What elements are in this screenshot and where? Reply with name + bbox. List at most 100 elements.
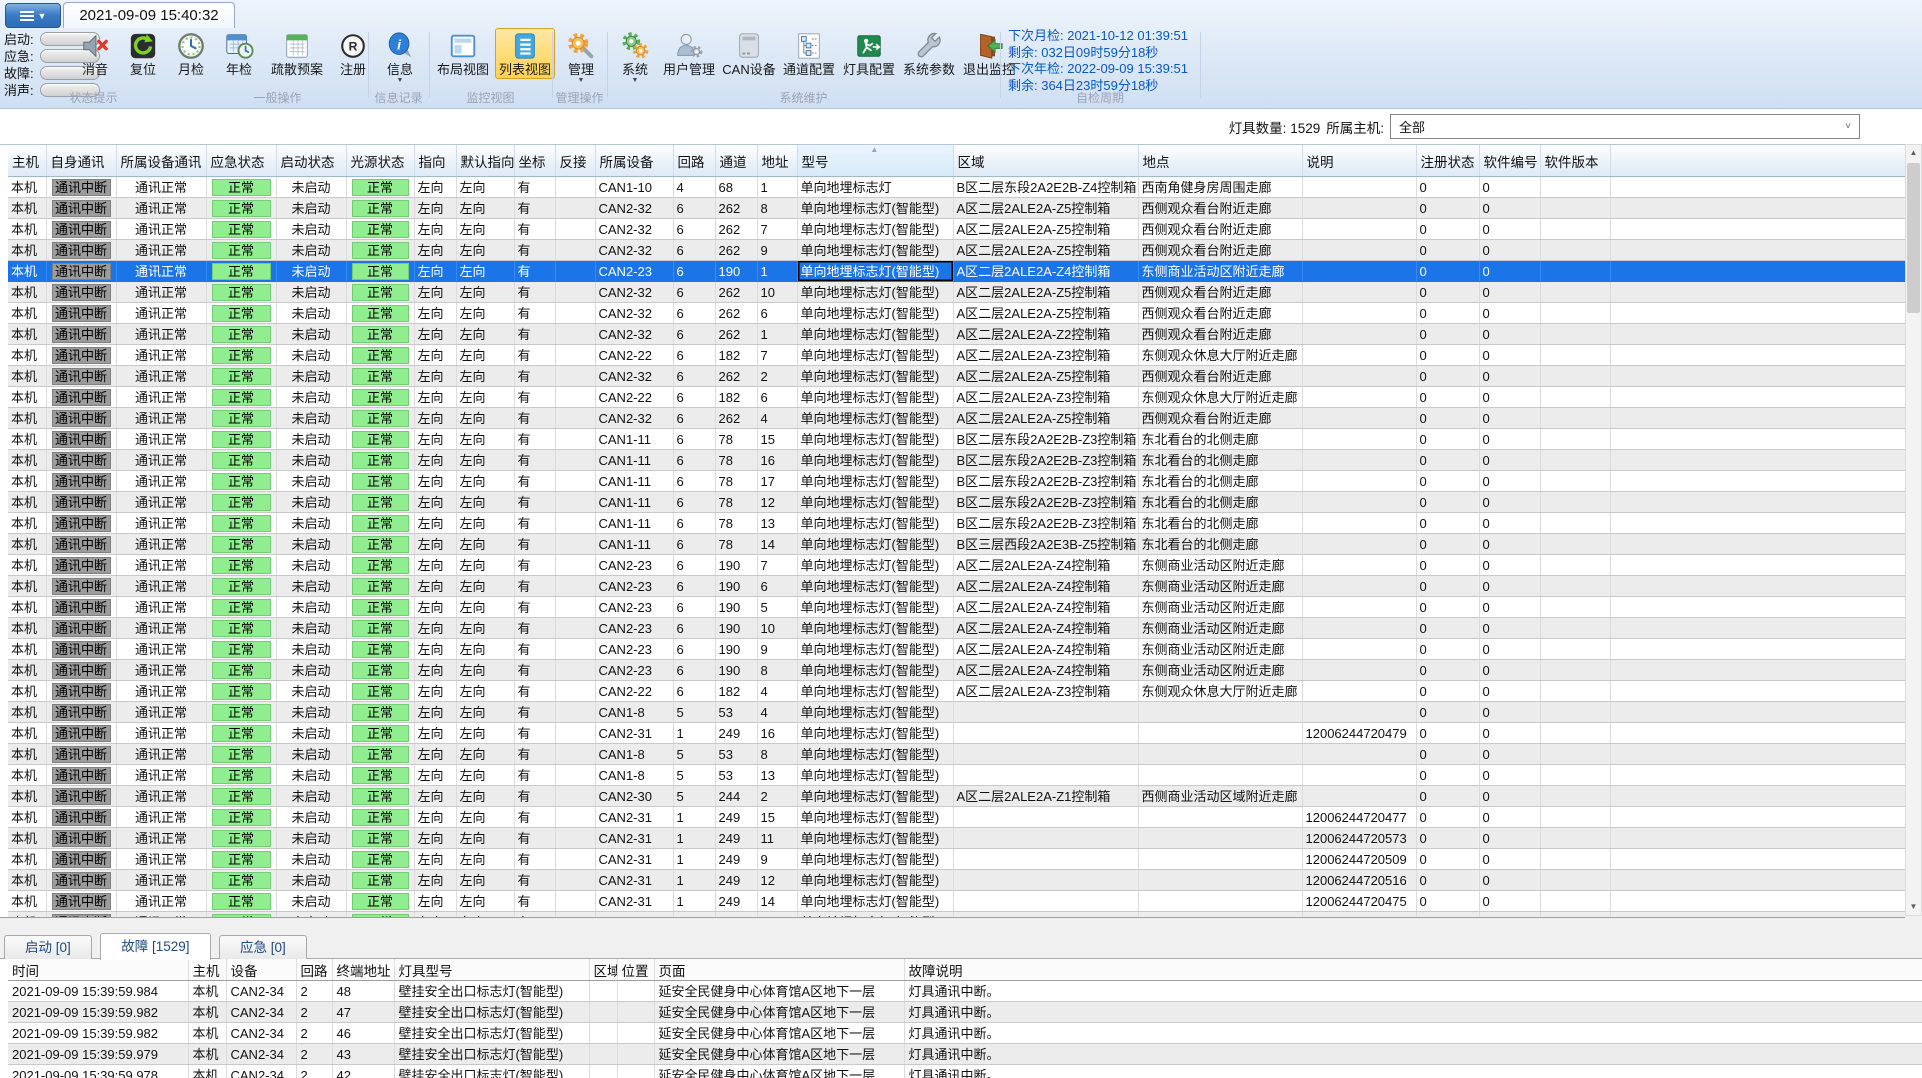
table-row[interactable]: 本机 通讯中断 通讯正常 正常 未启动 正常 左向 左向 有 CAN1-8 5 …	[8, 743, 1905, 765]
scroll-down-arrow-icon[interactable]: ▼	[1906, 899, 1921, 915]
column-header[interactable]: 所属设备通讯	[116, 145, 207, 177]
table-row[interactable]: 本机 通讯中断 通讯正常 正常 未启动 正常 左向 左向 有 CAN2-32 6…	[8, 218, 1905, 240]
fault-column-header[interactable]: 回路	[296, 959, 333, 981]
app-menu-button[interactable]: ▼	[5, 3, 61, 28]
fault-column-header[interactable]: 故障说明	[904, 959, 1922, 981]
column-header[interactable]: 通道	[715, 145, 758, 177]
fault-row[interactable]: 2021-09-09 15:39:59.978 本机 CAN2-34 2 42 …	[8, 1064, 1922, 1078]
lamp-config-button[interactable]: 灯具配置	[840, 28, 898, 87]
table-row[interactable]: 本机 通讯中断 通讯正常 正常 未启动 正常 左向 左向 有 CAN2-22 6…	[8, 344, 1905, 366]
column-header[interactable]: 地址	[757, 145, 798, 177]
column-header[interactable]: 区域	[953, 145, 1139, 177]
fault-column-header[interactable]: 位置	[617, 959, 655, 981]
column-header[interactable]: 主机	[8, 145, 47, 177]
column-header[interactable]: 软件编号	[1479, 145, 1541, 177]
table-row[interactable]: 本机 通讯中断 通讯正常 正常 未启动 正常 左向 左向 有 CAN2-31 1…	[8, 806, 1905, 828]
column-header[interactable]: 软件版本	[1540, 145, 1611, 177]
table-row[interactable]: 本机 通讯中断 通讯正常 正常 未启动 正常 左向 左向 有 CAN2-23 6…	[8, 596, 1905, 618]
reset-button[interactable]: 复位	[120, 28, 166, 79]
column-header[interactable]: 地点	[1138, 145, 1303, 177]
table-row[interactable]: 本机 通讯中断 通讯正常 正常 未启动 正常 左向 左向 有 CAN2-23 6…	[8, 260, 1905, 282]
tab-start-events[interactable]: 启动 [0]	[4, 935, 92, 960]
fault-row[interactable]: 2021-09-09 15:39:59.979 本机 CAN2-34 2 43 …	[8, 1043, 1922, 1065]
fault-column-header[interactable]: 灯具型号	[394, 959, 590, 981]
info-button[interactable]: i 信息 ▼	[375, 28, 425, 87]
fault-column-header[interactable]: 时间	[8, 959, 189, 981]
evacuation-plan-button[interactable]: 疏散预案	[264, 28, 330, 79]
table-row[interactable]: 本机 通讯中断 通讯正常 正常 未启动 正常 左向 左向 有 CAN2-32 6…	[8, 239, 1905, 261]
column-header[interactable]: 应急状态	[206, 145, 277, 177]
table-row[interactable]: 本机 通讯中断 通讯正常 正常 未启动 正常 左向 左向 有 CAN2-22 6…	[8, 680, 1905, 702]
tab-fault-events[interactable]: 故障 [1529]	[100, 933, 211, 960]
channel-config-button[interactable]: 通道配置	[780, 28, 838, 87]
table-row[interactable]: 本机 通讯中断 通讯正常 正常 未启动 正常 左向 左向 有 CAN2-31 1…	[8, 890, 1905, 912]
table-row[interactable]: 本机 通讯中断 通讯正常 正常 未启动 正常 左向 左向 有 CAN1-10 4…	[8, 176, 1905, 198]
system-button[interactable]: 系统 ▼	[612, 28, 658, 87]
table-row[interactable]: 本机 通讯中断 通讯正常 正常 未启动 正常 左向 左向 有 CAN1-11 6…	[8, 533, 1905, 555]
table-row[interactable]: 本机 通讯中断 通讯正常 正常 未启动 正常 左向 左向 有 CAN2-32 6…	[8, 365, 1905, 387]
table-row[interactable]: 本机 通讯中断 通讯正常 正常 未启动 正常 左向 左向 有 CAN2-23 6…	[8, 638, 1905, 660]
column-header[interactable]: 坐标	[514, 145, 556, 177]
column-header[interactable]: 所属设备	[595, 145, 674, 177]
table-row[interactable]: 本机 通讯中断 通讯正常 正常 未启动 正常 左向 左向 有 CAN2-31 1…	[8, 827, 1905, 849]
column-header[interactable]: 默认指向	[456, 145, 515, 177]
manage-button[interactable]: 管理 ▼	[558, 28, 604, 87]
tab-emergency-events[interactable]: 应急 [0]	[218, 935, 307, 960]
table-row[interactable]: 本机 通讯中断 通讯正常 正常 未启动 正常 左向 左向 有 CAN1-8 5 …	[8, 764, 1905, 786]
can-device-button[interactable]: CAN设备	[720, 28, 778, 87]
table-row[interactable]: 本机 通讯中断 通讯正常 正常 未启动 正常 左向 左向 有 CAN1-11 6…	[8, 449, 1905, 471]
table-row[interactable]: 本机 通讯中断 通讯正常 正常 未启动 正常 左向 左向 有 CAN2-31 1…	[8, 848, 1905, 870]
timestamp-tab[interactable]: 2021-09-09 15:40:32	[63, 2, 235, 28]
fault-column-header[interactable]: 设备	[226, 959, 297, 981]
column-header[interactable]: 型号	[797, 145, 954, 177]
mute-button[interactable]: 消音	[72, 28, 118, 79]
cell-reverse	[555, 386, 596, 408]
fault-row[interactable]: 2021-09-09 15:39:59.982 本机 CAN2-34 2 46 …	[8, 1022, 1922, 1044]
column-header[interactable]: 回路	[673, 145, 716, 177]
table-row[interactable]: 本机 通讯中断 通讯正常 正常 未启动 正常 左向 左向 有 CAN2-32 6…	[8, 323, 1905, 345]
table-row[interactable]: 本机 通讯中断 通讯正常 正常 未启动 正常 左向 左向 有 CAN2-23 6…	[8, 554, 1905, 576]
table-row[interactable]: 本机 通讯中断 通讯正常 正常 未启动 正常 左向 左向 有 CAN1-11 6…	[8, 428, 1905, 450]
fault-row[interactable]: 2021-09-09 15:39:59.984 本机 CAN2-34 2 48 …	[8, 980, 1922, 1002]
vertical-scrollbar[interactable]: ▲ ▼	[1905, 144, 1922, 916]
table-row[interactable]: 本机 通讯中断 通讯正常 正常 未启动 正常 左向 左向 有 CAN2-32 6…	[8, 302, 1905, 324]
table-row[interactable]: 本机 通讯中断 通讯正常 正常 未启动 正常 左向 左向 有 CAN2-22 6…	[8, 386, 1905, 408]
fault-column-header[interactable]: 终端地址	[332, 959, 395, 981]
table-row[interactable]: 本机 通讯中断 通讯正常 正常 未启动 正常 左向 左向 有 CAN2-23 6…	[8, 617, 1905, 639]
table-row[interactable]: 本机 通讯中断 通讯正常 正常 未启动 正常 左向 左向 有 CAN2-23 6…	[8, 575, 1905, 597]
table-row[interactable]: 本机 通讯中断 通讯正常 正常 未启动 正常 左向 左向 有 CAN1-11 6…	[8, 470, 1905, 492]
column-header[interactable]: 指向	[414, 145, 457, 177]
table-row[interactable]: 本机 通讯中断 通讯正常 正常 未启动 正常 左向 左向 有 CAN1-11 6…	[8, 491, 1905, 513]
table-row[interactable]: 本机 通讯中断 通讯正常 正常 未启动 正常 左向 左向 有 CAN2-31 1…	[8, 911, 1905, 917]
system-params-button[interactable]: 系统参数	[900, 28, 958, 87]
annual-check-button[interactable]: 年检	[216, 28, 262, 79]
host-filter-select[interactable]: 全部 ˅	[1390, 114, 1860, 139]
table-row[interactable]: 本机 通讯中断 通讯正常 正常 未启动 正常 左向 左向 有 CAN2-32 6…	[8, 281, 1905, 303]
layout-view-button[interactable]: 布局视图	[433, 28, 493, 79]
table-row[interactable]: 本机 通讯中断 通讯正常 正常 未启动 正常 左向 左向 有 CAN2-31 1…	[8, 869, 1905, 891]
column-header[interactable]: 说明	[1302, 145, 1417, 177]
cell-device-comm: 通讯正常	[116, 176, 207, 198]
monthly-check-button[interactable]: 月检	[168, 28, 214, 79]
table-row[interactable]: 本机 通讯中断 通讯正常 正常 未启动 正常 左向 左向 有 CAN2-32 6…	[8, 197, 1905, 219]
table-row[interactable]: 本机 通讯中断 通讯正常 正常 未启动 正常 左向 左向 有 CAN1-8 5 …	[8, 701, 1905, 723]
table-row[interactable]: 本机 通讯中断 通讯正常 正常 未启动 正常 左向 左向 有 CAN2-32 6…	[8, 407, 1905, 429]
column-header[interactable]: 启动状态	[276, 145, 347, 177]
column-header[interactable]: 反接	[555, 145, 596, 177]
table-row[interactable]: 本机 通讯中断 通讯正常 正常 未启动 正常 左向 左向 有 CAN2-31 1…	[8, 722, 1905, 744]
fault-column-header[interactable]: 主机	[188, 959, 227, 981]
fault-row[interactable]: 2021-09-09 15:39:59.982 本机 CAN2-34 2 47 …	[8, 1001, 1922, 1023]
table-row[interactable]: 本机 通讯中断 通讯正常 正常 未启动 正常 左向 左向 有 CAN2-30 5…	[8, 785, 1905, 807]
column-header[interactable]: 注册状态	[1416, 145, 1480, 177]
scroll-up-arrow-icon[interactable]: ▲	[1906, 145, 1921, 161]
cell-channel: 249	[715, 848, 758, 870]
fault-column-header[interactable]: 页面	[654, 959, 905, 981]
list-view-button[interactable]: 列表视图	[495, 28, 555, 79]
table-row[interactable]: 本机 通讯中断 通讯正常 正常 未启动 正常 左向 左向 有 CAN1-11 6…	[8, 512, 1905, 534]
column-header[interactable]: 光源状态	[346, 145, 415, 177]
fault-column-header[interactable]: 区域	[589, 959, 618, 981]
user-management-button[interactable]: 用户管理	[660, 28, 718, 87]
scrollbar-thumb[interactable]	[1907, 163, 1920, 313]
column-header[interactable]: 自身通讯	[46, 145, 117, 177]
table-row[interactable]: 本机 通讯中断 通讯正常 正常 未启动 正常 左向 左向 有 CAN2-23 6…	[8, 659, 1905, 681]
